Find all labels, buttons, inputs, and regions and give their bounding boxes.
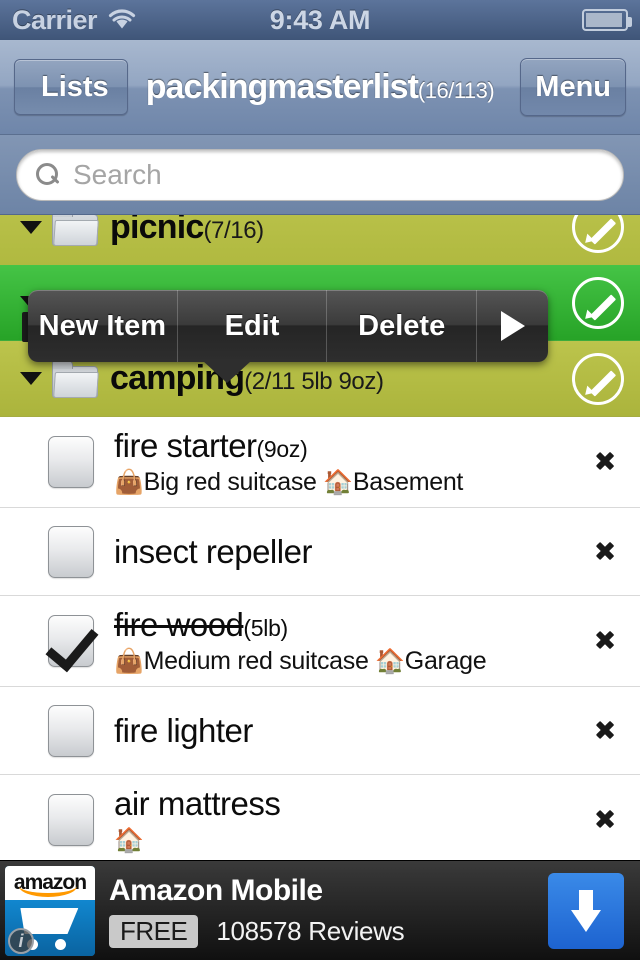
chevron-right-icon[interactable] bbox=[598, 446, 616, 476]
item-name: fire wood bbox=[114, 606, 244, 643]
menu-button[interactable]: Menu bbox=[520, 58, 626, 116]
item-name: fire lighter bbox=[114, 711, 253, 749]
status-bar: Carrier 9:43 AM bbox=[0, 0, 640, 40]
ad-banner[interactable]: amazon i Amazon Mobile FREE 108578 Revie… bbox=[0, 860, 640, 960]
folder-icon bbox=[52, 359, 100, 398]
item-text: air mattress 🏠 bbox=[114, 775, 640, 865]
chevron-right-icon[interactable] bbox=[598, 536, 616, 566]
pencil-circle-icon[interactable] bbox=[572, 276, 624, 329]
page-title-text: packingmasterlist bbox=[145, 67, 419, 106]
ad-body: Amazon Mobile FREE 108578 Reviews bbox=[109, 873, 405, 948]
item-text: fire lighter bbox=[114, 702, 640, 760]
search-input[interactable] bbox=[73, 158, 605, 191]
pencil-circle-icon[interactable] bbox=[572, 215, 624, 253]
context-menu-popover[interactable]: New Item Edit Delete bbox=[28, 290, 548, 383]
item-text: fire starter(9oz) 👜Big red suitcase 🏠Bas… bbox=[114, 417, 640, 507]
item-quantity: (5lb) bbox=[243, 615, 288, 641]
item-bag: Medium red suitcase bbox=[143, 647, 369, 675]
search-field[interactable] bbox=[16, 148, 624, 201]
page-title-count: (16/113) bbox=[417, 77, 495, 103]
folder-meta: (7/16) bbox=[203, 216, 264, 244]
item-secondary-line: 🏠 bbox=[114, 826, 640, 855]
item-text: insect repeller bbox=[114, 523, 640, 581]
folder-icon bbox=[52, 215, 100, 246]
item-primary-line: fire wood(5lb) bbox=[114, 606, 640, 644]
pencil-circle-icon[interactable] bbox=[572, 352, 624, 405]
chevron-right-icon[interactable] bbox=[598, 715, 616, 745]
play-arrow-icon[interactable] bbox=[476, 290, 548, 362]
folder-meta: (2/11 5lb 9oz) bbox=[244, 368, 384, 395]
menu-item-new-item[interactable]: New Item bbox=[28, 290, 177, 362]
list-item[interactable]: fire wood(5lb) 👜Medium red suitcase 🏠Gar… bbox=[0, 596, 640, 687]
item-place: Basement bbox=[352, 468, 464, 496]
chevron-right-icon[interactable] bbox=[598, 804, 616, 834]
clock-label: 9:43 AM bbox=[269, 4, 371, 35]
back-button-label: Lists bbox=[41, 70, 109, 103]
handbag-icon: 👜 bbox=[114, 469, 144, 496]
list-item[interactable]: air mattress 🏠 bbox=[0, 775, 640, 866]
chevron-right-icon[interactable] bbox=[598, 625, 616, 655]
folder-label: picnic(7/16) bbox=[110, 215, 264, 247]
search-bar bbox=[0, 135, 640, 215]
ad-title: Amazon Mobile bbox=[109, 873, 323, 907]
chevron-down-icon[interactable] bbox=[14, 220, 48, 234]
item-secondary-line: 👜Medium red suitcase 🏠Garage bbox=[114, 647, 640, 676]
amazon-smile-icon bbox=[19, 886, 77, 897]
battery-icon bbox=[582, 9, 632, 31]
house-icon: 🏠 bbox=[323, 469, 353, 496]
back-button-lists[interactable]: Lists bbox=[14, 59, 128, 115]
page-title: packingmasterlist(16/113) bbox=[130, 68, 510, 107]
item-text: fire wood(5lb) 👜Medium red suitcase 🏠Gar… bbox=[114, 596, 640, 686]
item-checkbox[interactable] bbox=[48, 704, 94, 757]
house-icon: 🏠 bbox=[114, 827, 144, 854]
item-checkbox[interactable] bbox=[48, 615, 94, 667]
item-name: fire starter bbox=[114, 427, 257, 464]
search-icon bbox=[35, 162, 61, 188]
download-arrow-icon bbox=[571, 890, 601, 932]
menu-item-edit[interactable]: Edit bbox=[176, 290, 327, 362]
item-quantity: (9oz) bbox=[256, 436, 308, 462]
folder-row-picnic-clipped[interactable]: picnic(7/16) bbox=[0, 215, 640, 265]
handbag-icon: 👜 bbox=[114, 648, 144, 675]
navigation-bar: Lists packingmasterlist(16/113) Menu bbox=[0, 40, 640, 135]
menu-button-label: Menu bbox=[535, 70, 611, 103]
list-item[interactable]: fire lighter bbox=[0, 687, 640, 775]
list-item[interactable]: insect repeller bbox=[0, 508, 640, 596]
item-place: Garage bbox=[404, 647, 487, 675]
item-bag: Big red suitcase bbox=[143, 468, 317, 496]
ad-price-badge: FREE bbox=[109, 914, 199, 948]
menu-item-delete[interactable]: Delete bbox=[326, 290, 476, 362]
house-icon: 🏠 bbox=[375, 648, 405, 675]
item-checkbox[interactable] bbox=[48, 525, 94, 578]
ad-download-button[interactable] bbox=[548, 873, 624, 949]
item-secondary-line: 👜Big red suitcase 🏠Basement bbox=[114, 468, 640, 497]
item-primary-line: air mattress bbox=[114, 785, 640, 823]
item-primary-line: fire lighter bbox=[114, 712, 640, 750]
item-checkbox[interactable] bbox=[48, 794, 94, 846]
item-primary-line: insect repeller bbox=[114, 533, 640, 571]
item-primary-line: fire starter(9oz) bbox=[114, 427, 640, 465]
folder-name: picnic bbox=[110, 215, 204, 246]
item-name: air mattress bbox=[114, 785, 281, 822]
item-checkbox[interactable] bbox=[48, 436, 94, 488]
ad-info-icon[interactable]: i bbox=[8, 928, 34, 954]
ad-reviews: 108578 Reviews bbox=[216, 915, 405, 946]
item-name: insect repeller bbox=[114, 532, 312, 570]
chevron-down-icon[interactable] bbox=[14, 372, 48, 385]
list-item[interactable]: fire starter(9oz) 👜Big red suitcase 🏠Bas… bbox=[0, 417, 640, 508]
